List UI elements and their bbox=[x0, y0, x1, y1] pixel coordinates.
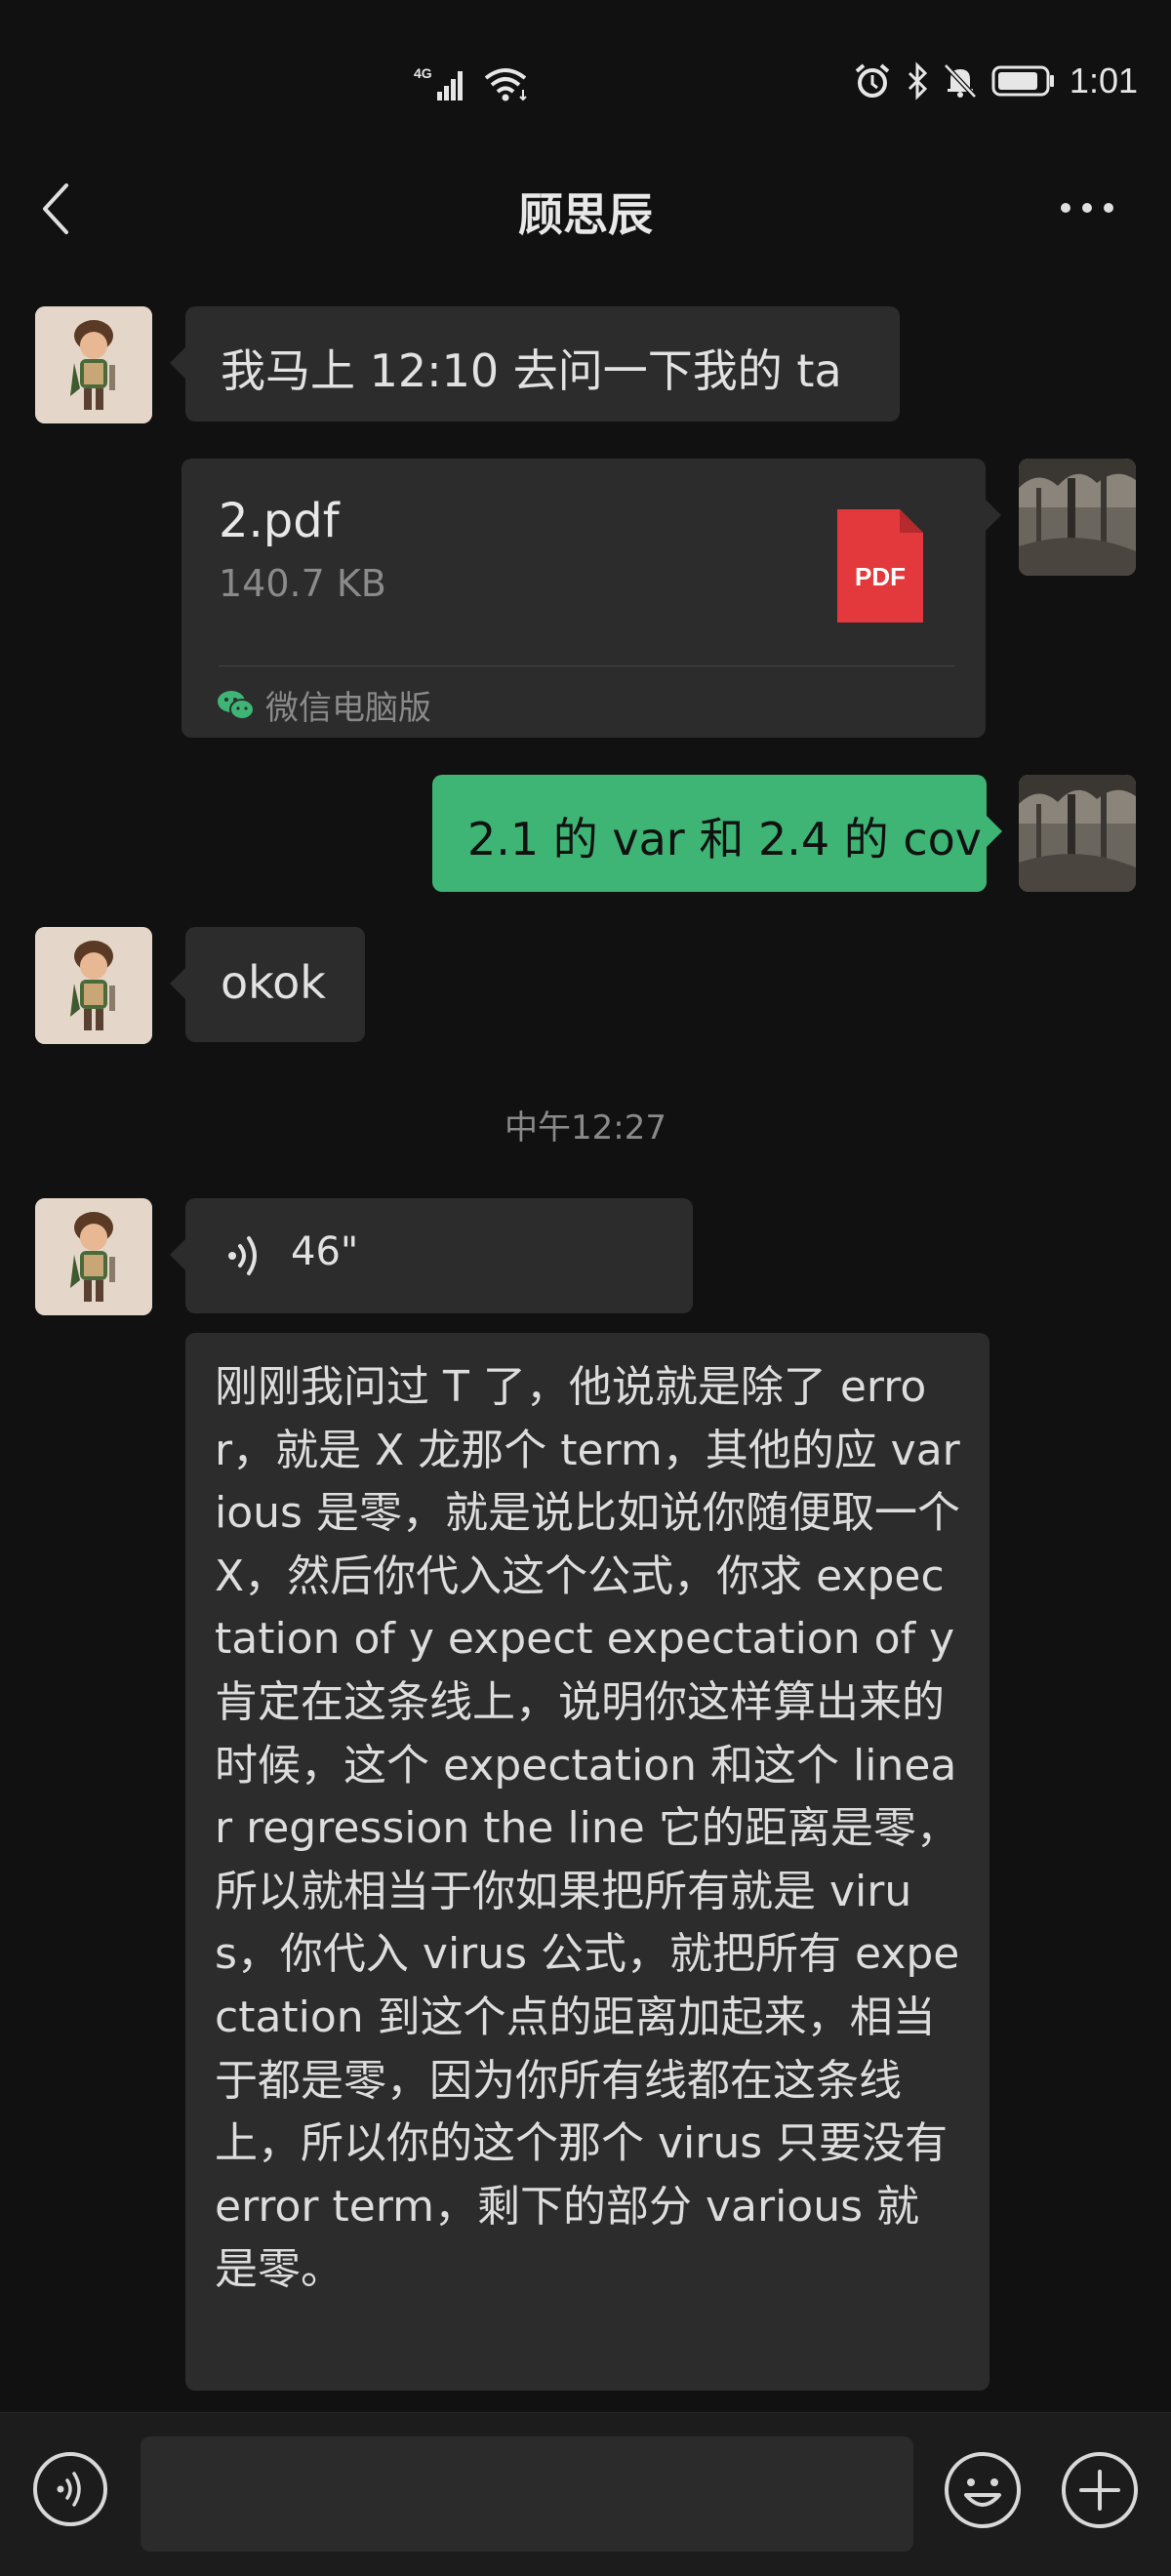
voice-input-button[interactable] bbox=[31, 2450, 109, 2528]
file-card-divider bbox=[219, 665, 954, 666]
emoji-button[interactable] bbox=[943, 2450, 1023, 2530]
chat-header: 顾思辰 bbox=[0, 156, 1171, 260]
message-bubble-incoming[interactable]: 我马上 12:10 去问一下我的 ta bbox=[170, 306, 900, 422]
status-time: 1:01 bbox=[1069, 60, 1138, 101]
pdf-file-icon: PDF bbox=[837, 509, 923, 623]
wechat-icon bbox=[218, 690, 255, 720]
emoji-smile-icon bbox=[945, 2452, 1021, 2528]
more-options-button[interactable] bbox=[1058, 193, 1116, 222]
file-size: 140.7 KB bbox=[219, 562, 386, 605]
message-text: 我马上 12:10 去问一下我的 ta bbox=[221, 344, 842, 397]
contact-name: 顾思辰 bbox=[518, 188, 653, 241]
voice-transcript[interactable]: 刚刚我问过 T 了，他说就是除了 error，就是 X 龙那个 term，其他的… bbox=[185, 1333, 989, 2391]
file-name: 2.pdf bbox=[219, 494, 340, 548]
status-bar-right: 1:01 bbox=[853, 60, 1138, 101]
file-source: 微信电脑版 bbox=[217, 681, 431, 729]
network-type-label: 4G bbox=[414, 65, 432, 81]
pdf-badge-label: PDF bbox=[855, 562, 906, 591]
message-bubble-incoming[interactable]: okok bbox=[170, 927, 365, 1042]
my-avatar[interactable] bbox=[1019, 775, 1136, 892]
avatar-character-image bbox=[35, 306, 152, 423]
bluetooth-icon bbox=[906, 61, 929, 101]
avatar-forest-image bbox=[1019, 775, 1136, 892]
contact-avatar[interactable] bbox=[35, 927, 152, 1044]
more-dots-icon bbox=[1061, 203, 1113, 213]
alarm-icon bbox=[853, 61, 892, 101]
plus-circle-icon bbox=[1062, 2452, 1138, 2528]
voice-mode-icon bbox=[33, 2452, 107, 2526]
message-text: okok bbox=[221, 956, 326, 1009]
file-source-label: 微信电脑版 bbox=[265, 689, 431, 728]
more-functions-button[interactable] bbox=[1060, 2450, 1140, 2530]
voice-wave-icon bbox=[224, 1233, 263, 1278]
message-text: 2.1 的 var 和 2.4 的 cov bbox=[467, 813, 983, 865]
voice-message-bubble[interactable]: 46" bbox=[170, 1198, 693, 1313]
battery-icon bbox=[991, 61, 1056, 101]
status-bar-network: 4G bbox=[414, 64, 531, 103]
message-timestamp: 中午12:27 bbox=[505, 1108, 666, 1147]
message-bubble-outgoing[interactable]: 2.1 的 var 和 2.4 的 cov bbox=[432, 775, 1002, 892]
input-bar bbox=[0, 2412, 1171, 2576]
status-bar: 4G 1:01 bbox=[0, 0, 1171, 107]
mute-bell-icon bbox=[943, 61, 978, 101]
file-message-card[interactable]: 2.pdf 140.7 KB PDF 微信电脑版 bbox=[182, 459, 1001, 738]
avatar-forest-image bbox=[1019, 459, 1136, 576]
avatar-character-image bbox=[35, 1198, 152, 1315]
message-input[interactable] bbox=[141, 2436, 913, 2552]
avatar-character-image bbox=[35, 927, 152, 1044]
contact-avatar[interactable] bbox=[35, 306, 152, 423]
signal-icon: 4G bbox=[414, 64, 468, 103]
contact-avatar[interactable] bbox=[35, 1198, 152, 1315]
wifi-icon bbox=[482, 64, 531, 103]
my-avatar[interactable] bbox=[1019, 459, 1136, 576]
voice-duration: 46" bbox=[291, 1229, 359, 1274]
